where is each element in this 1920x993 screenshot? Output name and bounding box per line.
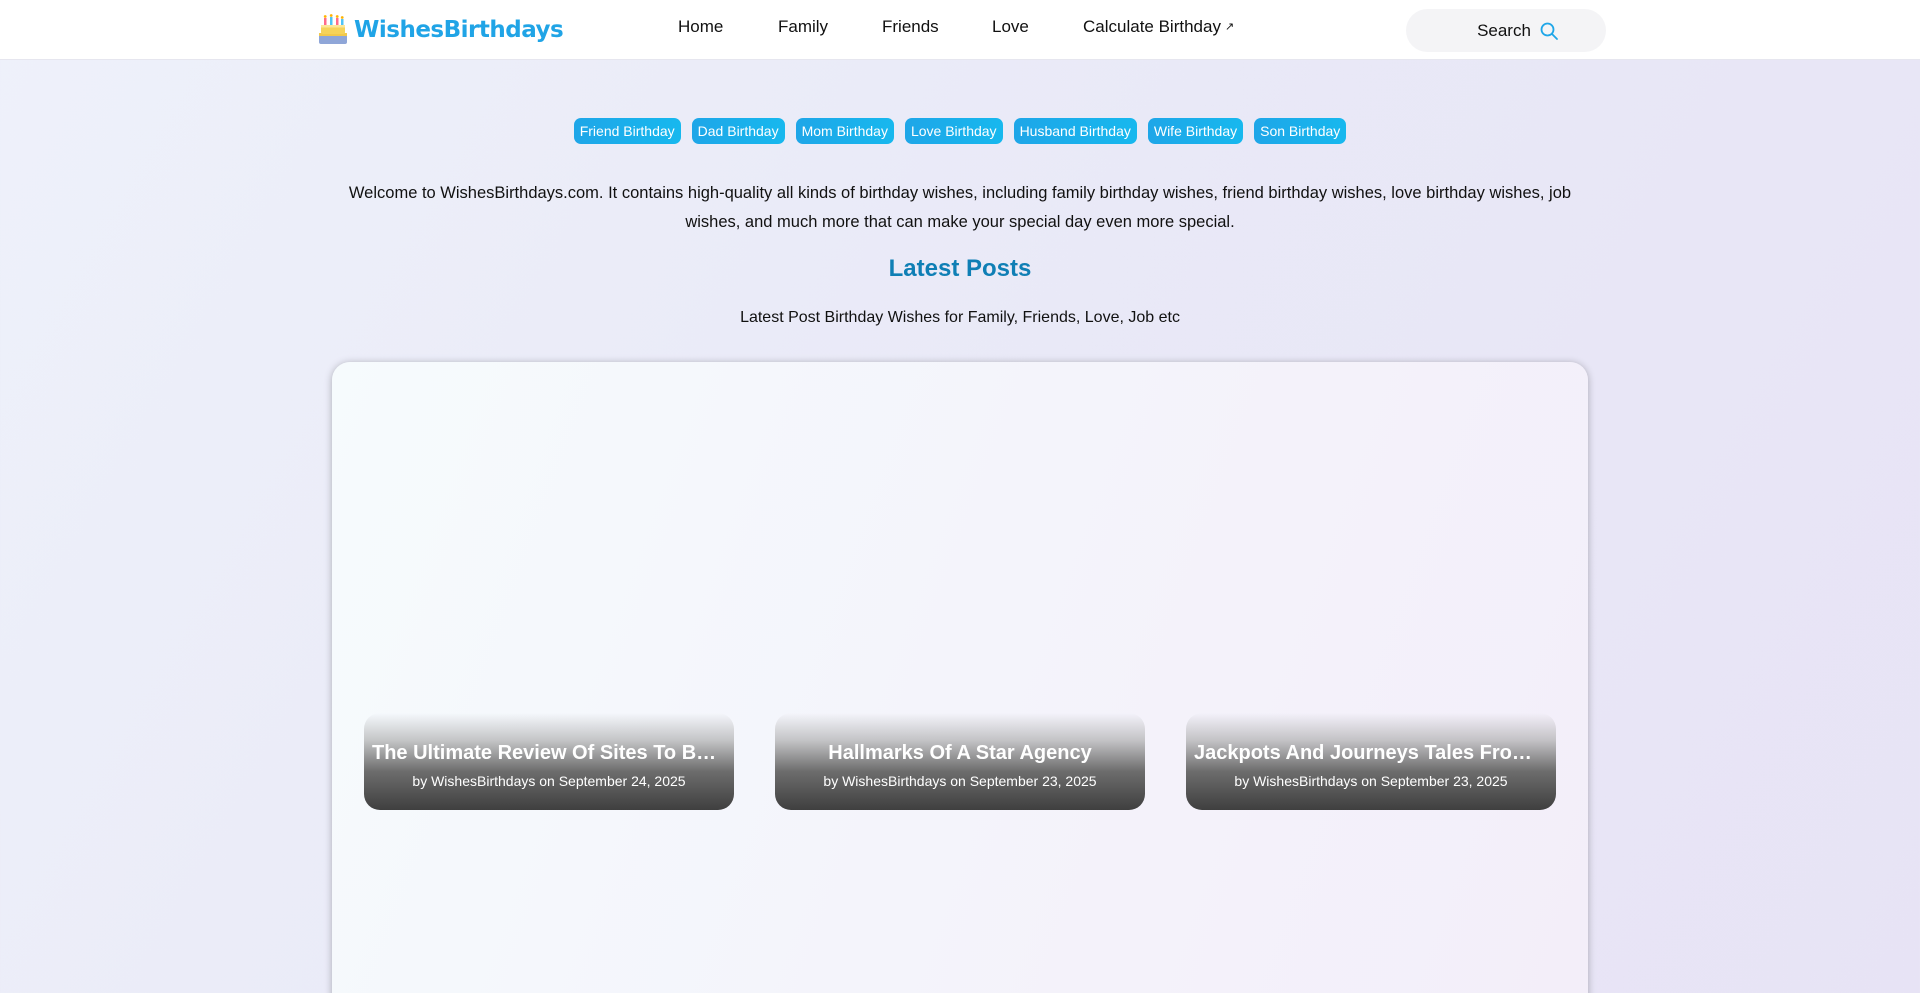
tag-mom-birthday[interactable]: Mom Birthday xyxy=(795,118,894,144)
nav-calculate-birthday[interactable]: Calculate Birthday ↗ xyxy=(1083,17,1234,37)
nav-friends[interactable]: Friends xyxy=(882,17,939,37)
site-logo[interactable]: WishesBirthdays xyxy=(316,10,564,50)
post-title[interactable]: Jackpots And Journeys Tales From The Cas… xyxy=(1194,742,1548,765)
external-link-icon: ↗ xyxy=(1224,21,1235,33)
post-meta: by WishesBirthdays on September 23, 2025 xyxy=(1234,773,1508,789)
category-tags: Friend Birthday Dad Birthday Mom Birthda… xyxy=(0,118,1920,144)
search-icon xyxy=(1540,22,1558,40)
tag-son-birthday[interactable]: Son Birthday xyxy=(1254,118,1347,144)
posts-panel xyxy=(332,362,1588,993)
logo-text: WishesBirthdays xyxy=(354,17,564,43)
tag-love-birthday[interactable]: Love Birthday xyxy=(904,118,1003,144)
nav-love[interactable]: Love xyxy=(992,17,1029,37)
tag-friend-birthday[interactable]: Friend Birthday xyxy=(573,118,681,144)
tag-husband-birthday[interactable]: Husband Birthday xyxy=(1013,118,1137,144)
post-meta: by WishesBirthdays on September 23, 2025 xyxy=(823,773,1097,789)
tag-dad-birthday[interactable]: Dad Birthday xyxy=(691,118,785,144)
site-header: WishesBirthdays Home Family Friends Love… xyxy=(0,0,1920,60)
tag-wife-birthday[interactable]: Wife Birthday xyxy=(1147,118,1244,144)
latest-posts-title: Latest Posts xyxy=(888,255,1032,282)
latest-posts-subtitle: Latest Post Birthday Wishes for Family, … xyxy=(740,309,1180,326)
search-label: Search xyxy=(1477,20,1531,40)
post-card[interactable]: Jackpots And Journeys Tales From The Cas… xyxy=(1186,713,1556,810)
nav-family[interactable]: Family xyxy=(778,17,828,37)
post-title[interactable]: Hallmarks Of A Star Agency xyxy=(783,742,1137,765)
nav-home[interactable]: Home xyxy=(678,17,723,37)
post-title[interactable]: The Ultimate Review Of Sites To Buy Yout… xyxy=(372,742,726,765)
search-button[interactable]: Search xyxy=(1406,9,1606,52)
post-card[interactable]: Hallmarks Of A Star Agency by WishesBirt… xyxy=(775,713,1145,810)
post-meta: by WishesBirthdays on September 24, 2025 xyxy=(412,773,686,789)
post-card[interactable]: The Ultimate Review Of Sites To Buy Yout… xyxy=(364,713,734,810)
intro-text: Welcome to WishesBirthdays.com. It conta… xyxy=(348,184,1572,231)
nav-calculate-birthday-label: Calculate Birthday xyxy=(1083,17,1221,36)
birthday-cake-icon xyxy=(319,14,347,44)
